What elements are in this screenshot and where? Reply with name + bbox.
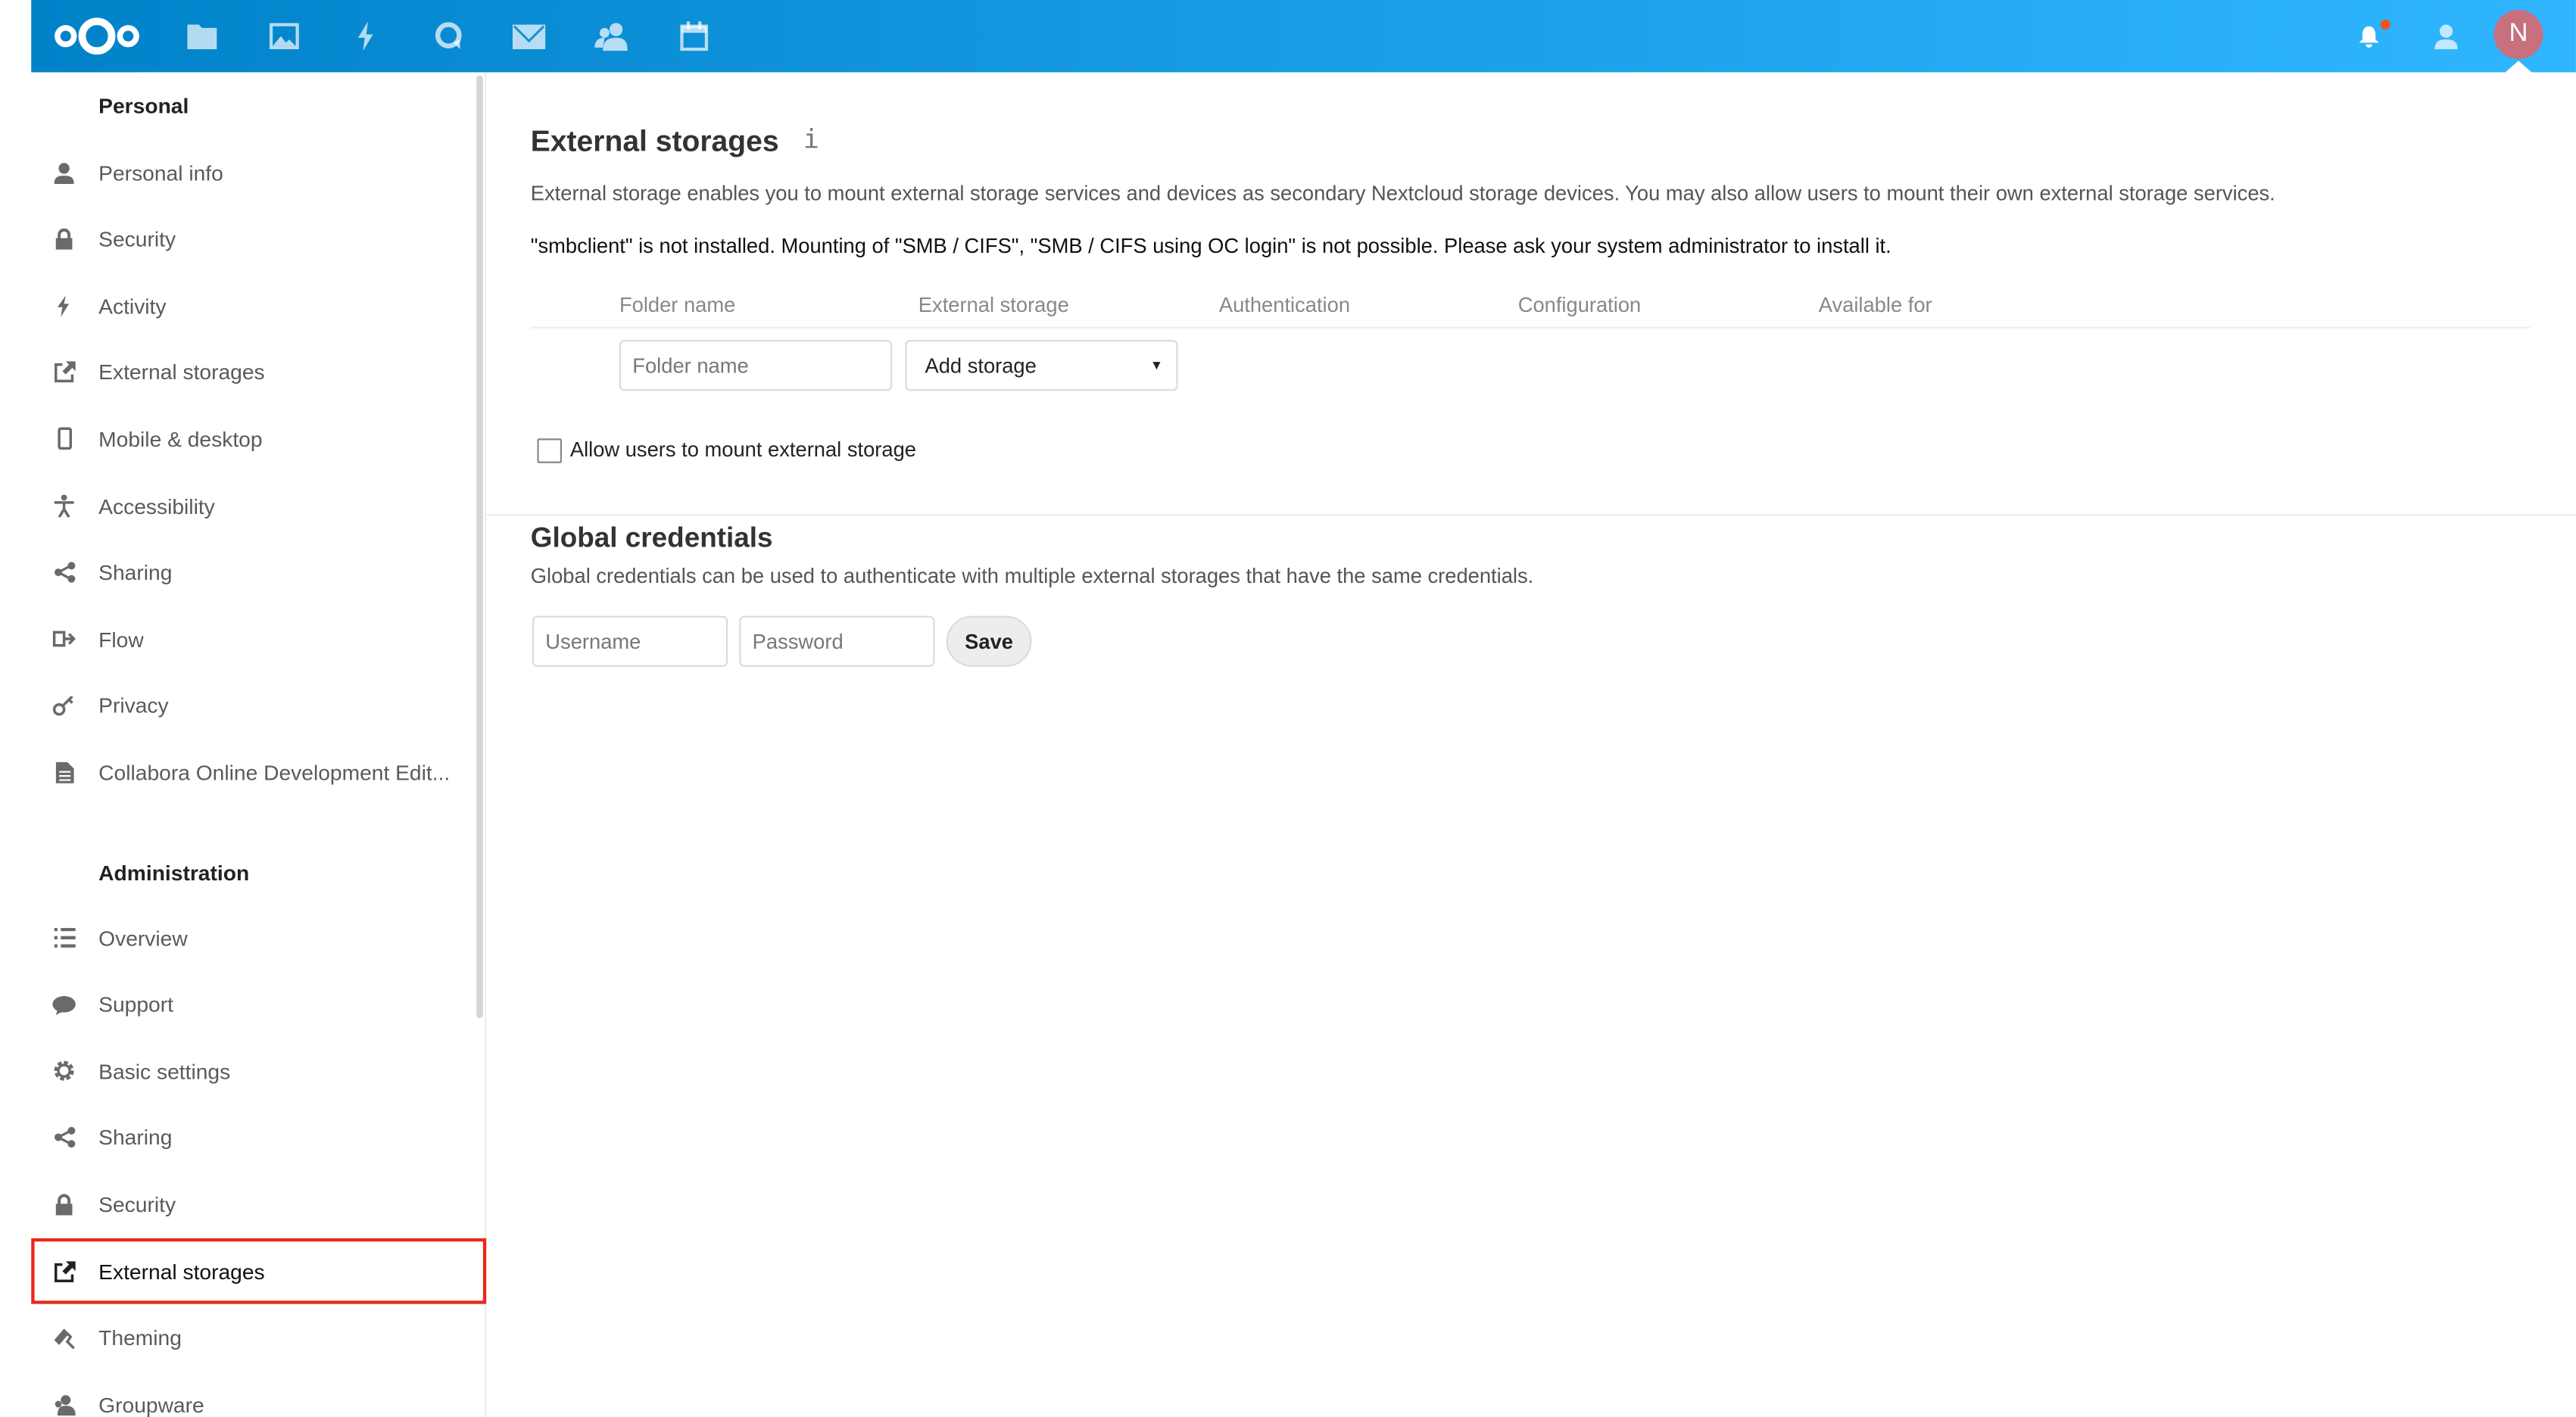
share-icon xyxy=(52,1126,75,1149)
sidebar-item-label: Theming xyxy=(98,1325,182,1350)
contacts-icon[interactable] xyxy=(591,17,631,56)
table-divider xyxy=(530,326,2531,329)
files-icon[interactable] xyxy=(182,17,222,56)
section-divider xyxy=(486,514,2576,516)
sidebar-item-label: Collabora Online Development Edit... xyxy=(98,760,451,785)
key-icon xyxy=(52,694,75,717)
sidebar-item-external-storages[interactable]: External storages xyxy=(31,1238,487,1304)
sidebar-item-overview[interactable]: Overview xyxy=(31,905,485,970)
sidebar-item-label: Support xyxy=(98,992,173,1017)
sidebar-item-external-storages[interactable]: External storages xyxy=(31,340,485,406)
allow-users-label[interactable]: Allow users to mount external storage xyxy=(570,438,916,461)
sidebar-item-label: Accessibility xyxy=(98,493,215,519)
notification-badge xyxy=(2380,20,2390,30)
gear-icon xyxy=(52,1060,75,1082)
list-icon xyxy=(52,926,75,949)
activity-icon xyxy=(52,294,75,317)
sidebar-item-label: Basic settings xyxy=(98,1058,231,1084)
sidebar-item-label: Overview xyxy=(98,925,188,951)
user-avatar[interactable]: N xyxy=(2493,10,2543,60)
document-icon xyxy=(52,761,75,783)
sidebar-item-sharing[interactable]: Sharing xyxy=(31,1105,485,1171)
lock-icon xyxy=(52,1193,75,1216)
global-credentials-title: Global credentials xyxy=(530,522,773,554)
talk-icon[interactable] xyxy=(429,17,468,56)
info-icon[interactable]: i xyxy=(803,123,819,154)
username-input[interactable]: Username xyxy=(532,615,728,667)
sidebar-item-accessibility[interactable]: Accessibility xyxy=(31,473,485,539)
contacts-menu-icon[interactable] xyxy=(2425,17,2464,56)
sidebar-item-label: Flow xyxy=(98,627,144,652)
user-icon xyxy=(52,161,75,184)
settings-sidebar: Personal Personal info Security Activity Ex… xyxy=(31,72,487,1417)
add-storage-select[interactable]: Add storage ▼ xyxy=(905,340,1178,391)
sidebar-item-collabora-online-development-edit[interactable]: Collabora Online Development Edit... xyxy=(31,740,485,805)
external-link-icon xyxy=(52,361,75,384)
global-credentials-description: Global credentials can be used to authen… xyxy=(530,565,1534,588)
sidebar-scrollbar[interactable] xyxy=(476,75,483,1019)
sidebar-item-label: Security xyxy=(98,1191,176,1217)
group-icon xyxy=(52,1393,76,1415)
personal-heading: Personal xyxy=(98,93,189,119)
sidebar-item-support[interactable]: Support xyxy=(31,972,485,1038)
sidebar-item-label: Groupware xyxy=(98,1392,204,1417)
sidebar-item-basic-settings[interactable]: Basic settings xyxy=(31,1039,485,1104)
column-available-for: Available for xyxy=(1818,294,1932,317)
password-input[interactable]: Password xyxy=(739,615,935,667)
column-configuration: Configuration xyxy=(1517,294,1642,317)
column-external-storage: External storage xyxy=(918,294,1069,317)
sidebar-item-label: External storages xyxy=(98,360,265,385)
sidebar-item-mobile-desktop[interactable]: Mobile & desktop xyxy=(31,406,485,472)
share-icon xyxy=(52,561,75,584)
photos-icon[interactable] xyxy=(264,17,304,56)
folder-name-input[interactable]: Folder name xyxy=(619,340,893,391)
sidebar-item-security[interactable]: Security xyxy=(31,206,485,272)
flow-icon xyxy=(52,628,76,650)
sidebar-item-activity[interactable]: Activity xyxy=(31,273,485,339)
sidebar-item-flow[interactable]: Flow xyxy=(31,606,485,672)
sidebar-item-label: Activity xyxy=(98,293,167,319)
nextcloud-logo[interactable] xyxy=(51,15,142,58)
chat-icon xyxy=(52,993,76,1016)
page-title: External storages xyxy=(530,124,779,158)
administration-heading: Administration xyxy=(98,860,250,886)
column-folder-name: Folder name xyxy=(619,294,736,317)
sidebar-item-label: Privacy xyxy=(98,693,169,718)
save-button[interactable]: Save xyxy=(946,615,1032,667)
sidebar-item-label: Sharing xyxy=(98,1125,173,1151)
lock-icon xyxy=(52,228,75,251)
sidebar-item-personal-info[interactable]: Personal info xyxy=(31,139,485,205)
phone-icon xyxy=(52,428,75,450)
sidebar-item-security[interactable]: Security xyxy=(31,1172,485,1238)
paint-roller-icon xyxy=(52,1326,75,1349)
sidebar-item-label: Personal info xyxy=(98,160,223,185)
allow-users-checkbox[interactable] xyxy=(537,438,563,463)
sidebar-item-groupware[interactable]: Groupware xyxy=(31,1372,485,1417)
top-bar: N xyxy=(31,0,2576,73)
sidebar-item-privacy[interactable]: Privacy xyxy=(31,673,485,739)
mail-icon[interactable] xyxy=(510,17,549,56)
column-authentication: Authentication xyxy=(1218,294,1351,317)
calendar-icon[interactable] xyxy=(674,17,713,56)
notifications-bell-icon[interactable] xyxy=(2350,17,2390,56)
main-content: External storages i External storage ena… xyxy=(486,72,2576,1417)
smbclient-warning: "smbclient" is not installed. Mounting o… xyxy=(530,235,1891,258)
activity-icon[interactable] xyxy=(347,17,386,56)
sidebar-item-label: Security xyxy=(98,226,176,252)
sidebar-item-theming[interactable]: Theming xyxy=(31,1305,485,1371)
external-link-icon xyxy=(52,1260,75,1282)
menu-caret xyxy=(2505,61,2532,73)
dropdown-arrow-icon: ▼ xyxy=(1149,357,1164,373)
accessibility-icon xyxy=(52,494,75,518)
sidebar-item-label: Sharing xyxy=(98,560,173,585)
sidebar-item-sharing[interactable]: Sharing xyxy=(31,540,485,606)
sidebar-item-label: Mobile & desktop xyxy=(98,426,263,452)
sidebar-item-label: External storages xyxy=(98,1258,265,1284)
description: External storage enables you to mount ex… xyxy=(530,182,2275,206)
